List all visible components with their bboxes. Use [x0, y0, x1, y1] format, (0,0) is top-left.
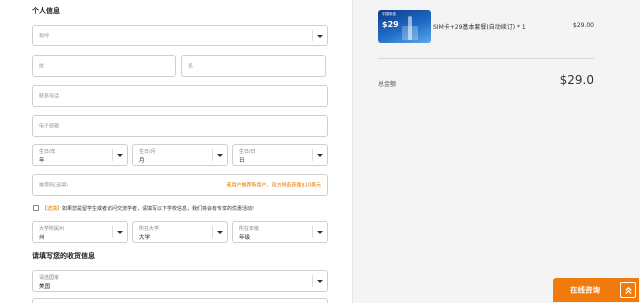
university-value: 大学 [139, 235, 151, 241]
student-checkbox-label: 【选填】如果您是留学生或者访问交流学者，请填写以下学校信息，我们将会有专享的优惠… [42, 205, 254, 212]
country-value: 美国 [39, 284, 51, 290]
select-divider [112, 226, 113, 238]
chevron-down-icon [317, 231, 323, 234]
university-label: 所在大学 [139, 226, 160, 232]
email-placeholder: 电子邮箱 [39, 123, 60, 130]
birth-day-label: 生日/日 [239, 149, 256, 155]
product-thumbnail: 中国电信 $29 [378, 10, 431, 43]
salutation-placeholder: 称呼 [39, 33, 50, 39]
birth-month-select[interactable]: 生日/月 月 [132, 144, 228, 166]
chevron-down-icon [317, 280, 323, 283]
chevron-down-icon [117, 231, 123, 234]
product-price: $29.00 [573, 22, 594, 29]
country-select[interactable]: 请选国家 美国 [32, 270, 328, 292]
select-divider [112, 149, 113, 161]
birth-day-value: 日 [239, 158, 245, 164]
chevron-down-icon [317, 34, 323, 38]
total-value: $29.0 [559, 73, 594, 87]
university-select[interactable]: 所在大学 大学 [132, 221, 228, 243]
first-name-field[interactable]: 名 [181, 55, 326, 77]
chevron-down-icon [317, 154, 323, 157]
select-divider [212, 149, 213, 161]
university-state-label: 大学所属州 [39, 226, 65, 232]
last-name-placeholder: 姓 [39, 63, 45, 70]
order-summary-panel: 中国电信 $29 SIM卡+29基本套餐(自动续订) * 1 $29.00 总金… [352, 0, 640, 303]
birth-month-label: 生日/月 [139, 149, 156, 155]
referral-code-field[interactable]: 推荐码(选填) 老用户推荐新用户，双方将各获赠$10美元 [32, 174, 328, 196]
personal-info-heading: 个人信息 [32, 7, 60, 15]
grade-value: 年级 [239, 235, 251, 241]
birth-day-select[interactable]: 生日/日 日 [232, 144, 328, 166]
chat-label: 在线咨询 [570, 285, 600, 295]
select-divider [312, 30, 313, 41]
thumbnail-brand: 中国电信 [382, 12, 396, 16]
grade-label: 所在年级 [239, 226, 260, 232]
summary-divider [378, 58, 594, 59]
phone-placeholder: 联系电话 [39, 93, 60, 100]
country-label: 请选国家 [39, 275, 60, 281]
phone-field[interactable]: 联系电话 [32, 85, 328, 107]
birth-year-select[interactable]: 生日/年 年 [32, 144, 128, 166]
select-divider [312, 275, 313, 287]
double-chevron-up-icon [625, 286, 632, 295]
total-label: 总金额 [378, 81, 397, 88]
birth-year-label: 生日/年 [39, 149, 56, 155]
product-name: SIM卡+29基本套餐(自动续订) * 1 [433, 24, 526, 31]
referral-hint: 老用户推荐新用户，双方将各获赠$10美元 [226, 182, 321, 189]
email-field[interactable]: 电子邮箱 [32, 115, 328, 137]
online-chat-button[interactable]: 在线咨询 [553, 278, 639, 302]
select-divider [312, 226, 313, 238]
student-checkbox[interactable] [33, 205, 39, 211]
checkout-form-panel: 个人信息 称呼 姓 名 联系电话 电子邮箱 生日/年 年 生日/月 月 生日/日… [0, 0, 352, 303]
last-name-field[interactable]: 姓 [32, 55, 176, 77]
shipping-info-heading: 请填写您的收货信息 [32, 252, 95, 260]
university-state-value: 州 [39, 235, 45, 241]
birth-month-value: 月 [139, 158, 145, 164]
grade-select[interactable]: 所在年级 年级 [232, 221, 328, 243]
referral-placeholder: 推荐码(选填) [39, 182, 68, 189]
student-note: 如果您是留学生或者访问交流学者，请填写以下学校信息，我们将会有专享的优惠活动! [62, 206, 255, 212]
birth-year-value: 年 [39, 158, 45, 164]
select-divider [212, 226, 213, 238]
tower-graphic [408, 16, 412, 40]
first-name-placeholder: 名 [188, 63, 194, 70]
optional-tag: 【选填】 [42, 206, 63, 212]
thumbnail-price: $29 [382, 20, 399, 29]
chevron-down-icon [217, 231, 223, 234]
select-divider [312, 149, 313, 161]
chevron-down-icon [117, 154, 123, 157]
salutation-select[interactable]: 称呼 [32, 25, 328, 46]
scroll-top-button[interactable] [620, 282, 636, 298]
university-state-select[interactable]: 大学所属州 州 [32, 221, 128, 243]
next-field-partial[interactable] [32, 298, 328, 303]
chevron-down-icon [217, 154, 223, 157]
